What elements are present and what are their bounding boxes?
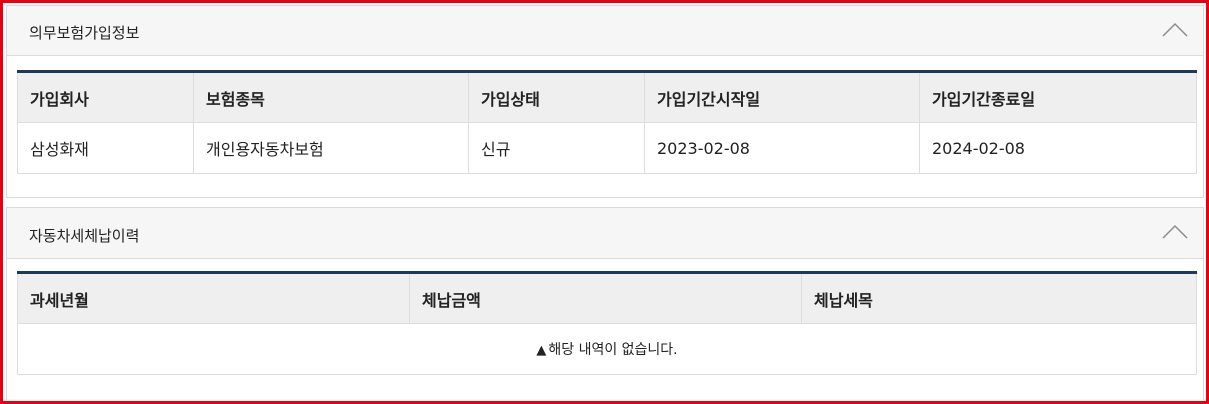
tax-panel: 자동차세체납이력 과세년월 체납금액 체납세목 ▲ 해당 내역이 없습니다. xyxy=(6,207,1204,400)
tax-panel-header: 자동차세체납이력 xyxy=(7,208,1203,259)
warning-icon: ▲ xyxy=(536,343,547,358)
col-header-arrears-amount: 체납금액 xyxy=(409,272,802,324)
cell-company: 삼성화재 xyxy=(17,122,194,174)
chevron-up-icon xyxy=(1162,22,1188,37)
insurance-table: 가입회사 보험종목 가입상태 가입기간시작일 가입기간종료일 삼성화재 개인용자… xyxy=(17,70,1197,174)
col-header-end-date: 가입기간종료일 xyxy=(919,71,1197,123)
cell-end-date: 2024-02-08 xyxy=(919,122,1197,174)
table-row: ▲ 해당 내역이 없습니다. xyxy=(17,323,1197,375)
col-header-tax-year-month: 과세년월 xyxy=(17,272,410,324)
cell-start-date: 2023-02-08 xyxy=(644,122,920,174)
tax-table: 과세년월 체납금액 체납세목 ▲ 해당 내역이 없습니다. xyxy=(17,271,1197,375)
highlight-frame: 의무보험가입정보 가입회사 보험종목 가입상태 가입기간시작일 가입기간종료일 xyxy=(0,0,1209,404)
tax-header-row: 과세년월 체납금액 체납세목 xyxy=(17,272,1197,324)
cell-insurance-type: 개인용자동차보험 xyxy=(193,122,469,174)
insurance-header-row: 가입회사 보험종목 가입상태 가입기간시작일 가입기간종료일 xyxy=(17,71,1197,123)
col-header-arrears-tax-type: 체납세목 xyxy=(801,272,1197,324)
table-row: 삼성화재 개인용자동차보험 신규 2023-02-08 2024-02-08 xyxy=(17,122,1197,174)
empty-message: 해당 내역이 없습니다. xyxy=(548,342,678,358)
col-header-status: 가입상태 xyxy=(468,71,645,123)
collapse-insurance-button[interactable] xyxy=(1161,16,1189,42)
insurance-panel-title: 의무보험가입정보 xyxy=(29,24,140,42)
col-header-company: 가입회사 xyxy=(17,71,194,123)
col-header-start-date: 가입기간시작일 xyxy=(644,71,920,123)
cell-status: 신규 xyxy=(468,122,645,174)
empty-message-cell: ▲ 해당 내역이 없습니다. xyxy=(17,323,1197,375)
insurance-panel-header: 의무보험가입정보 xyxy=(7,6,1203,56)
col-header-insurance-type: 보험종목 xyxy=(193,71,469,123)
tax-panel-title: 자동차세체납이력 xyxy=(29,227,140,245)
collapse-tax-button[interactable] xyxy=(1161,218,1189,244)
chevron-up-icon xyxy=(1162,224,1188,239)
insurance-panel: 의무보험가입정보 가입회사 보험종목 가입상태 가입기간시작일 가입기간종료일 xyxy=(6,5,1204,198)
